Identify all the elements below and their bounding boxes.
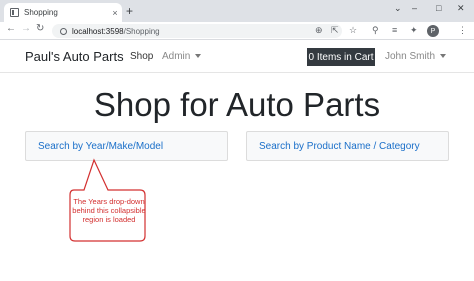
callout-shape	[69, 158, 146, 242]
callout-text: The Years drop-down behind this collapsi…	[72, 197, 146, 224]
